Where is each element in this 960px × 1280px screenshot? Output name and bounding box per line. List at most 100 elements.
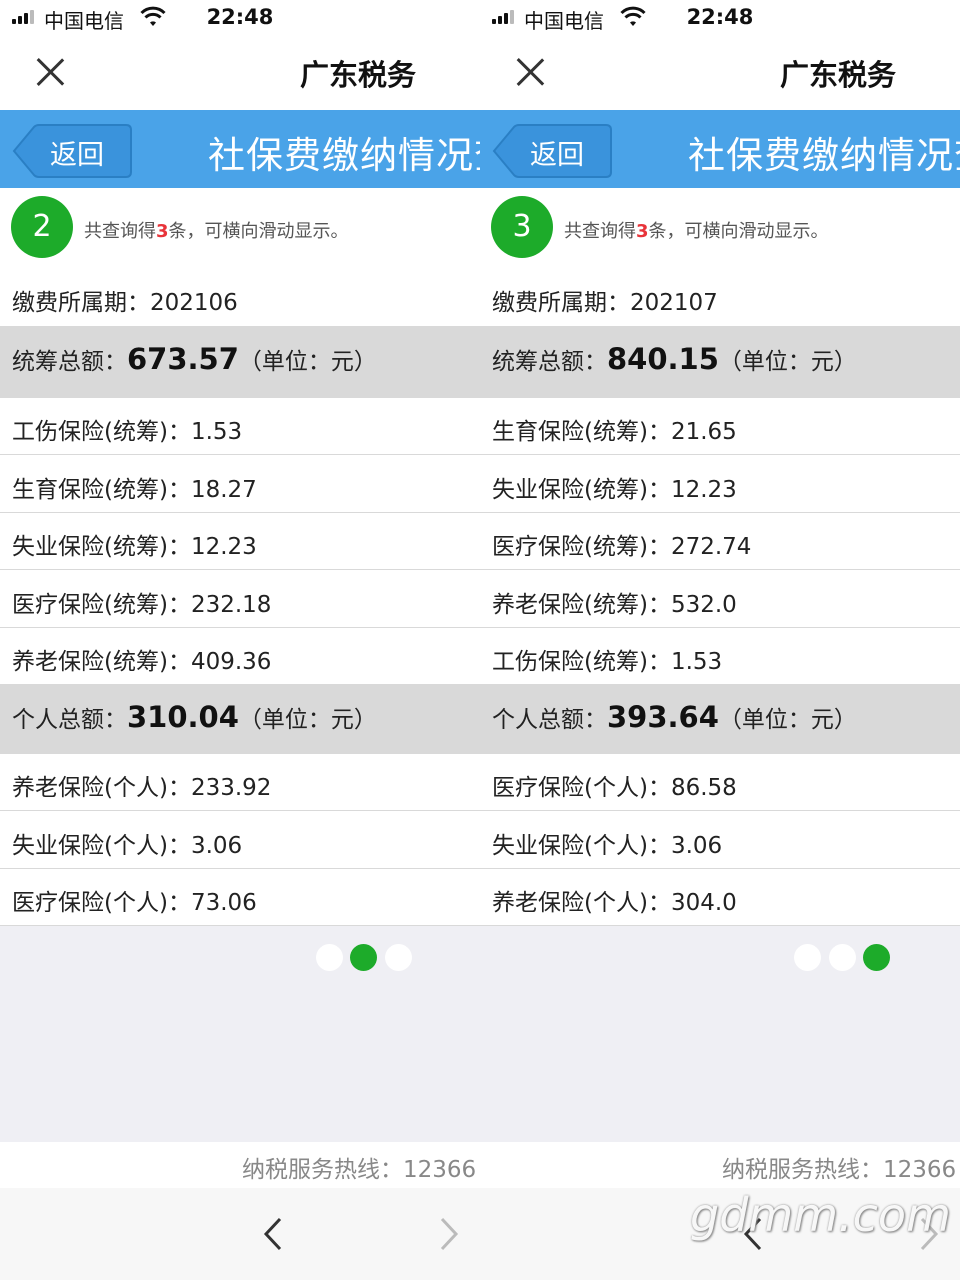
chevron-right-icon[interactable] — [438, 1216, 460, 1252]
pooled-item-value: 1.53 — [670, 649, 723, 675]
pooled-item-value: 21.65 — [670, 419, 737, 445]
personal-item-label: 失业保险(个人)： — [12, 832, 191, 859]
personal-item-value: 233.92 — [190, 775, 272, 801]
page-header: 返回 社保费缴纳情况查 — [0, 110, 480, 188]
personal-item-label: 养老保险(个人)： — [492, 890, 671, 916]
pooled-item-label: 失业保险(统筹)： — [492, 476, 671, 503]
back-button[interactable]: 返回 — [12, 124, 132, 178]
personal-total-row: 个人总额：393.64（单位：元） — [480, 684, 960, 754]
page-title: 社保费缴纳情况查 — [688, 134, 960, 177]
pagination-dot[interactable] — [829, 944, 856, 971]
chevron-left-icon[interactable] — [262, 1216, 284, 1252]
period-value: 202106 — [150, 290, 238, 316]
pagination-dot[interactable] — [863, 944, 890, 971]
personal-item-value: 86.58 — [670, 775, 737, 801]
personal-total-label: 个人总额： — [492, 707, 607, 733]
pooled-total-label: 统筹总额： — [492, 349, 607, 375]
summary-suffix: 条，可横向滑动显示。 — [648, 221, 829, 242]
period-row: 缴费所属期：202107 — [480, 268, 960, 326]
pooled-item-value: 409.36 — [190, 649, 272, 675]
personal-item-row: 失业保险(个人)：3.06 — [480, 811, 960, 869]
pagination-dots — [0, 944, 480, 972]
pooled-total-label: 统筹总额： — [12, 349, 127, 375]
personal-item-row: 医疗保险(个人)：73.06 — [0, 869, 480, 926]
hotline-bar: 纳税服务热线：12366 — [480, 1142, 960, 1188]
pooled-total-value: 840.15 — [607, 342, 719, 376]
pooled-item-row: 医疗保险(统筹)：272.74 — [480, 513, 960, 570]
nav-bar: 广东税务 — [480, 36, 960, 110]
pooled-item-label: 失业保险(统筹)： — [12, 534, 191, 560]
pagination-dot[interactable] — [385, 944, 412, 971]
pooled-item-value: 272.74 — [670, 534, 752, 560]
status-time: 22:48 — [206, 5, 274, 29]
pooled-item-row: 工伤保险(统筹)：1.53 — [0, 398, 480, 455]
phone-panel-2: 中国电信 22:48 广东税务 返回 社保费缴纳情况查 3 共查询得3条，可横向… — [480, 0, 960, 1280]
summary-suffix: 条，可横向滑动显示。 — [168, 221, 349, 242]
personal-total-row: 个人总额：310.04（单位：元） — [0, 684, 480, 754]
back-button[interactable]: 返回 — [492, 124, 612, 178]
back-button-label: 返回 — [50, 140, 104, 171]
pooled-item-value: 532.0 — [670, 591, 737, 618]
pooled-total-value: 673.57 — [127, 342, 239, 376]
personal-item-value: 73.06 — [190, 890, 257, 916]
nav-title: 广东税务 — [780, 58, 897, 92]
personal-item-row: 医疗保险(个人)：86.58 — [480, 754, 960, 811]
nav-title: 广东税务 — [300, 58, 417, 92]
close-icon[interactable] — [34, 56, 66, 88]
pooled-total-unit: （单位：元） — [238, 349, 377, 375]
personal-item-label: 失业保险(个人)： — [492, 832, 671, 859]
status-bar: 中国电信 22:48 — [0, 0, 480, 36]
personal-item-label: 医疗保险(个人)： — [492, 775, 671, 801]
personal-item-value: 304.0 — [670, 890, 737, 916]
pooled-item-label: 医疗保险(统筹)： — [12, 591, 191, 618]
pooled-item-value: 18.27 — [190, 476, 257, 503]
pooled-item-label: 生育保险(统筹)： — [492, 419, 671, 445]
pooled-item-row: 养老保险(统筹)：409.36 — [0, 628, 480, 685]
period-row: 缴费所属期：202106 — [0, 268, 480, 326]
personal-total-value: 393.64 — [607, 700, 719, 734]
result-summary: 共查询得3条，可横向滑动显示。 — [84, 217, 349, 243]
record-card: 2 共查询得3条，可横向滑动显示。 缴费所属期：202106 统筹总额：673.… — [0, 188, 480, 926]
pooled-item-row: 失业保险(统筹)：12.23 — [0, 513, 480, 570]
pagination-dot[interactable] — [316, 944, 343, 971]
pooled-total-row: 统筹总额：840.15（单位：元） — [480, 326, 960, 398]
summary-count: 3 — [636, 221, 649, 242]
personal-total-value: 310.04 — [127, 700, 239, 734]
status-time: 22:48 — [686, 5, 754, 29]
period-value: 202107 — [630, 290, 718, 316]
pooled-total-row: 统筹总额：673.57（单位：元） — [0, 326, 480, 398]
pooled-item-value: 232.18 — [190, 591, 272, 618]
hotline-bar: 纳税服务热线：12366 — [0, 1142, 480, 1188]
pooled-item-row: 养老保险(统筹)：532.0 — [480, 570, 960, 628]
personal-item-label: 医疗保险(个人)： — [12, 890, 191, 916]
summary-prefix: 共查询得 — [564, 221, 636, 242]
personal-item-row: 养老保险(个人)：304.0 — [480, 869, 960, 926]
close-icon[interactable] — [514, 56, 546, 88]
pooled-item-label: 医疗保险(统筹)： — [492, 534, 671, 560]
record-number-badge: 2 — [11, 196, 73, 258]
personal-item-value: 3.06 — [190, 832, 243, 859]
pooled-total-unit: （单位：元） — [718, 349, 857, 375]
pagination-dot[interactable] — [794, 944, 821, 971]
pooled-item-label: 养老保险(统筹)： — [12, 649, 191, 675]
period-label: 缴费所属期： — [492, 290, 630, 316]
personal-item-value: 3.06 — [670, 832, 723, 859]
pooled-item-label: 生育保险(统筹)： — [12, 476, 191, 503]
page-header: 返回 社保费缴纳情况查 — [480, 110, 960, 188]
pooled-item-row: 工伤保险(统筹)：1.53 — [480, 628, 960, 685]
personal-item-row: 养老保险(个人)：233.92 — [0, 754, 480, 811]
pooled-item-row: 生育保险(统筹)：21.65 — [480, 398, 960, 455]
status-bar: 中国电信 22:48 — [480, 0, 960, 36]
pooled-item-row: 失业保险(统筹)：12.23 — [480, 455, 960, 513]
personal-total-unit: （单位：元） — [718, 707, 857, 733]
personal-total-unit: （单位：元） — [238, 707, 377, 733]
pagination-dots — [480, 944, 960, 972]
watermark: gdmm.com — [690, 1188, 951, 1242]
pooled-item-row: 生育保险(统筹)：18.27 — [0, 455, 480, 513]
nav-bar: 广东税务 — [0, 36, 480, 110]
period-label: 缴费所属期： — [12, 290, 150, 316]
phone-panel-1: 中国电信 22:48 广东税务 返回 社保费缴纳情况查 2 共查询得3条，可横向… — [0, 0, 480, 1280]
pagination-dot[interactable] — [350, 944, 377, 971]
pooled-item-value: 12.23 — [190, 534, 257, 560]
hotline-text: 纳税服务热线：12366 — [242, 1157, 477, 1183]
